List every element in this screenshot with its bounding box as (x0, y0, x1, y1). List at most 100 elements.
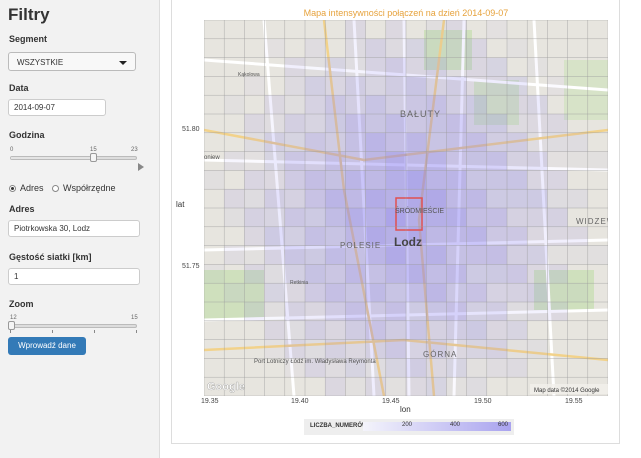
hour-slider-fill (11, 157, 93, 159)
legend-tick: 200 (402, 422, 413, 428)
date-input[interactable]: 2014-09-07 (8, 99, 106, 116)
heatmap-cell (284, 208, 305, 227)
segment-select[interactable]: WSZYSTKIE (8, 52, 136, 71)
heatmap-cell (426, 76, 447, 96)
heatmap-cell (406, 320, 427, 340)
heatmap-cell (527, 151, 548, 171)
address-input[interactable]: Piotrkowska 30, Lodz (8, 220, 140, 237)
heatmap-cell (547, 170, 568, 190)
heatmap-cell (507, 320, 528, 340)
heatmap-cell (446, 57, 467, 77)
heatmap-cell (406, 76, 427, 96)
hour-slider[interactable] (10, 153, 137, 162)
map-svg: BAŁUTY ŚRÓDMIEŚCIE POLESIE Lodz WIDZEW G… (204, 20, 608, 396)
sidebar-title: Filtry (8, 5, 50, 24)
heatmap-cell (305, 151, 326, 171)
heatmap-cell (446, 245, 467, 265)
heatmap-cell (466, 302, 487, 321)
heatmap-cell (507, 151, 528, 171)
heatmap-cell (345, 95, 366, 114)
heatmap-cell (325, 339, 346, 359)
heatmap-cell (446, 170, 467, 190)
heatmap-cell (486, 76, 507, 96)
heatmap-cell (486, 320, 507, 340)
heatmap-cell (547, 114, 568, 133)
heatmap-cell (264, 208, 285, 227)
zoom-tick (10, 330, 11, 333)
heatmap-cell (385, 76, 406, 96)
heatmap-cell (345, 208, 366, 227)
heatmap-cell (244, 208, 265, 227)
google-logo: Google (207, 381, 245, 393)
place-retkinia: Retkinia (290, 280, 308, 286)
heatmap-cell (466, 245, 487, 265)
heatmap-cell (446, 189, 467, 208)
heatmap-cell (446, 226, 467, 246)
heatmap-cell (224, 208, 245, 227)
y-axis-title: lat (176, 200, 185, 209)
heatmap-cell (264, 302, 285, 321)
heatmap-cell (284, 339, 305, 359)
heatmap-cell (305, 245, 326, 265)
heatmap-cell (284, 114, 305, 133)
heatmap-cell (244, 245, 265, 265)
heatmap-cell (446, 208, 467, 227)
heatmap-cell (547, 283, 568, 302)
heatmap-cell (547, 226, 568, 246)
heatmap-cell (507, 226, 528, 246)
heatmap-cell (527, 302, 548, 321)
heatmap-cell (426, 170, 447, 190)
heatmap-cell (567, 283, 588, 302)
heatmap-cell (365, 114, 386, 133)
heatmap-cell (345, 377, 366, 396)
heatmap-cell (385, 264, 406, 284)
radio-coordinates[interactable] (52, 185, 59, 192)
heatmap-cell (527, 57, 548, 77)
heatmap-cell (325, 320, 346, 340)
play-icon[interactable] (138, 163, 144, 171)
hour-slider-handle[interactable] (90, 153, 97, 162)
heatmap-cell (264, 189, 285, 208)
heatmap-cell (325, 377, 346, 396)
heatmap-cell (345, 57, 366, 77)
grid-input[interactable]: 1 (8, 268, 140, 285)
heatmap-cell (284, 95, 305, 114)
heatmap-map[interactable]: BAŁUTY ŚRÓDMIEŚCIE POLESIE Lodz WIDZEW G… (204, 20, 608, 396)
heatmap-cell (567, 245, 588, 265)
heatmap-cell (486, 189, 507, 208)
heatmap-cell (547, 189, 568, 208)
heatmap-cell (547, 264, 568, 284)
heatmap-cell (365, 132, 386, 152)
heatmap-cell (365, 95, 386, 114)
heatmap-cell (567, 189, 588, 208)
heatmap-cell (284, 57, 305, 77)
legend-title: LICZBA_NUMERÓW (310, 423, 368, 429)
heatmap-cell (325, 151, 346, 171)
zoom-slider[interactable] (8, 321, 137, 330)
heatmap-cell (567, 151, 588, 171)
zoom-slider-handle[interactable] (8, 321, 15, 330)
heatmap-cell (547, 302, 568, 321)
heatmap-cell (345, 189, 366, 208)
heatmap-cell (527, 283, 548, 302)
heatmap-cell (426, 264, 447, 284)
submit-button[interactable]: Wprowadź dane (8, 337, 86, 355)
heatmap-cell (244, 170, 265, 190)
heatmap-cell (264, 264, 285, 284)
heatmap-cell (284, 76, 305, 96)
heatmap-cell (244, 226, 265, 246)
heatmap-cell (264, 151, 285, 171)
heatmap-cell (365, 264, 386, 284)
heatmap-cell (547, 152, 567, 171)
heatmap-cell (486, 264, 507, 284)
heatmap-cell (305, 302, 326, 321)
heatmap-cell (224, 245, 245, 265)
filters-sidebar: Filtry Segment WSZYSTKIE Data 2014-09-07… (0, 0, 160, 458)
heatmap-cell (446, 358, 467, 378)
heatmap-cell (305, 38, 326, 58)
heatmap-cell (406, 264, 427, 284)
radio-address[interactable] (9, 185, 16, 192)
x-axis-title: lon (400, 405, 411, 414)
heatmap-cell (507, 339, 528, 359)
zoom-tick (136, 330, 137, 333)
